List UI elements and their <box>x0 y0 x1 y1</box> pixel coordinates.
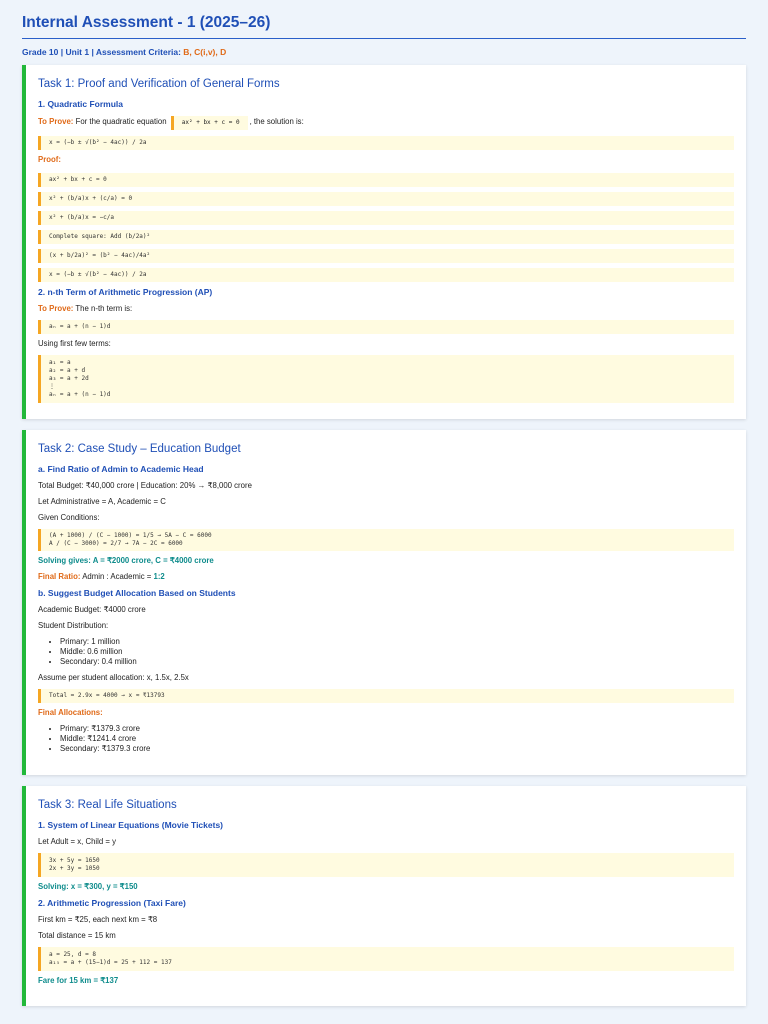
list-item: Secondary: ₹1379.3 crore <box>60 744 734 754</box>
task2-title: Task 2: Case Study – Education Budget <box>38 443 241 455</box>
allocation-heading: b. Suggest Budget Allocation Based on St… <box>38 588 236 598</box>
final-allocations-list: Primary: ₹1379.3 crore Middle: ₹1241.4 c… <box>38 724 734 754</box>
list-item: Middle: ₹1241.4 crore <box>60 734 734 744</box>
to-prove-label: To Prove: <box>38 117 74 126</box>
proof-step: x = (−b ± √(b² − 4ac)) / 2a <box>38 268 734 282</box>
total-code: Total = 2.9x = 4000 → x ≈ ₹13793 <box>38 689 734 703</box>
to-prove-text: For the quadratic equation <box>75 117 167 126</box>
quadratic-solution: x = (−b ± √(b² − 4ac)) / 2a <box>38 136 734 150</box>
conditions-code: (A + 1000) / (C − 1000) = 1/5 → 5A − C =… <box>38 529 734 551</box>
given-conditions-label: Given Conditions: <box>38 513 100 522</box>
proof-label: Proof: <box>38 155 61 164</box>
movie-let: Let Adult = x, Child = y <box>38 837 117 846</box>
list-item: Secondary: 0.4 million <box>60 657 734 667</box>
taxi-distance: Total distance = 15 km <box>38 931 116 940</box>
proof-step: (x + b/2a)² = (b² − 4ac)/4a² <box>38 249 734 263</box>
assessment-meta: Grade 10 | Unit 1 | Assessment Criteria:… <box>22 47 746 57</box>
meta-criteria: B, C(i,v), D <box>183 47 227 57</box>
let-variables: Let Administrative = A, Academic = C <box>38 497 166 506</box>
proof-step: x² + (b/a)x = −c/a <box>38 211 734 225</box>
task1-card: Task 1: Proof and Verification of Genera… <box>22 65 746 419</box>
ap-terms: a₁ = a a₂ = a + d a₃ = a + 2d ⋮ aₙ = a +… <box>38 355 734 403</box>
header: Internal Assessment - 1 (2025–26) Grade … <box>0 0 768 57</box>
quadratic-equation: ax² + bx + c = 0 <box>170 116 248 130</box>
ratio-solving: Solving gives: A = ₹2000 crore, C = ₹400… <box>38 556 214 565</box>
quadratic-heading: 1. Quadratic Formula <box>38 99 124 109</box>
movie-heading: 1. System of Linear Equations (Movie Tic… <box>38 820 224 830</box>
taxi-heading: 2. Arithmetic Progression (Taxi Fare) <box>38 898 186 908</box>
taxi-fare: Fare for 15 km = ₹137 <box>38 976 119 985</box>
task1-title: Task 1: Proof and Verification of Genera… <box>38 78 280 90</box>
task3-card: Task 3: Real Life Situations 1. System o… <box>22 786 746 1006</box>
ap-heading: 2. n-th Term of Arithmetic Progression (… <box>38 287 213 297</box>
list-item: Primary: ₹1379.3 crore <box>60 724 734 734</box>
movie-solving: Solving: x = ₹300, y = ₹150 <box>38 882 138 891</box>
final-ratio: Final Ratio: Admin : Academic = 1:2 <box>38 572 734 582</box>
allocation-assumption: Assume per student allocation: x, 1.5x, … <box>38 673 189 682</box>
ratio-heading: a. Find Ratio of Admin to Academic Head <box>38 464 204 474</box>
academic-budget: Academic Budget: ₹4000 crore <box>38 605 146 614</box>
final-allocations-label: Final Allocations: <box>38 708 103 717</box>
ap-formula: aₙ = a + (n − 1)d <box>38 320 734 334</box>
proof-step: ax² + bx + c = 0 <box>38 173 734 187</box>
meta-prefix: Grade 10 | Unit 1 | Assessment Criteria: <box>22 47 184 57</box>
proof-step: x² + (b/a)x + (c/a) = 0 <box>38 192 734 206</box>
movie-equations: 3x + 5y = 1650 2x + 3y = 1050 <box>38 853 734 877</box>
final-ratio-label: Final Ratio: <box>38 572 81 581</box>
total-budget: Total Budget: ₹40,000 crore | Education:… <box>38 481 252 490</box>
to-prove-label: To Prove: <box>38 304 74 313</box>
taxi-calc: a = 25, d = 8 a₁₅ = a + (15−1)d = 25 + 1… <box>38 947 734 971</box>
to-prove-after: , the solution is: <box>249 117 304 126</box>
taxi-first: First km = ₹25, each next km = ₹8 <box>38 915 158 924</box>
task3-title: Task 3: Real Life Situations <box>38 799 177 811</box>
to-prove-text: The n-th term is: <box>75 304 133 313</box>
quadratic-to-prove: To Prove: For the quadratic equation ax²… <box>38 116 734 130</box>
ap-intro: Using first few terms: <box>38 339 111 348</box>
student-distribution-list: Primary: 1 million Middle: 0.6 million S… <box>38 637 734 667</box>
list-item: Middle: 0.6 million <box>60 647 734 657</box>
final-ratio-value: 1:2 <box>153 572 165 581</box>
list-item: Primary: 1 million <box>60 637 734 647</box>
ap-to-prove: To Prove: The n-th term is: <box>38 304 734 314</box>
final-ratio-text: Admin : Academic = <box>82 572 152 581</box>
page-title: Internal Assessment - 1 (2025–26) <box>22 14 746 39</box>
proof-step: Complete square: Add (b/2a)² <box>38 230 734 244</box>
task2-card: Task 2: Case Study – Education Budget a.… <box>22 430 746 775</box>
student-distribution-label: Student Distribution: <box>38 621 109 630</box>
